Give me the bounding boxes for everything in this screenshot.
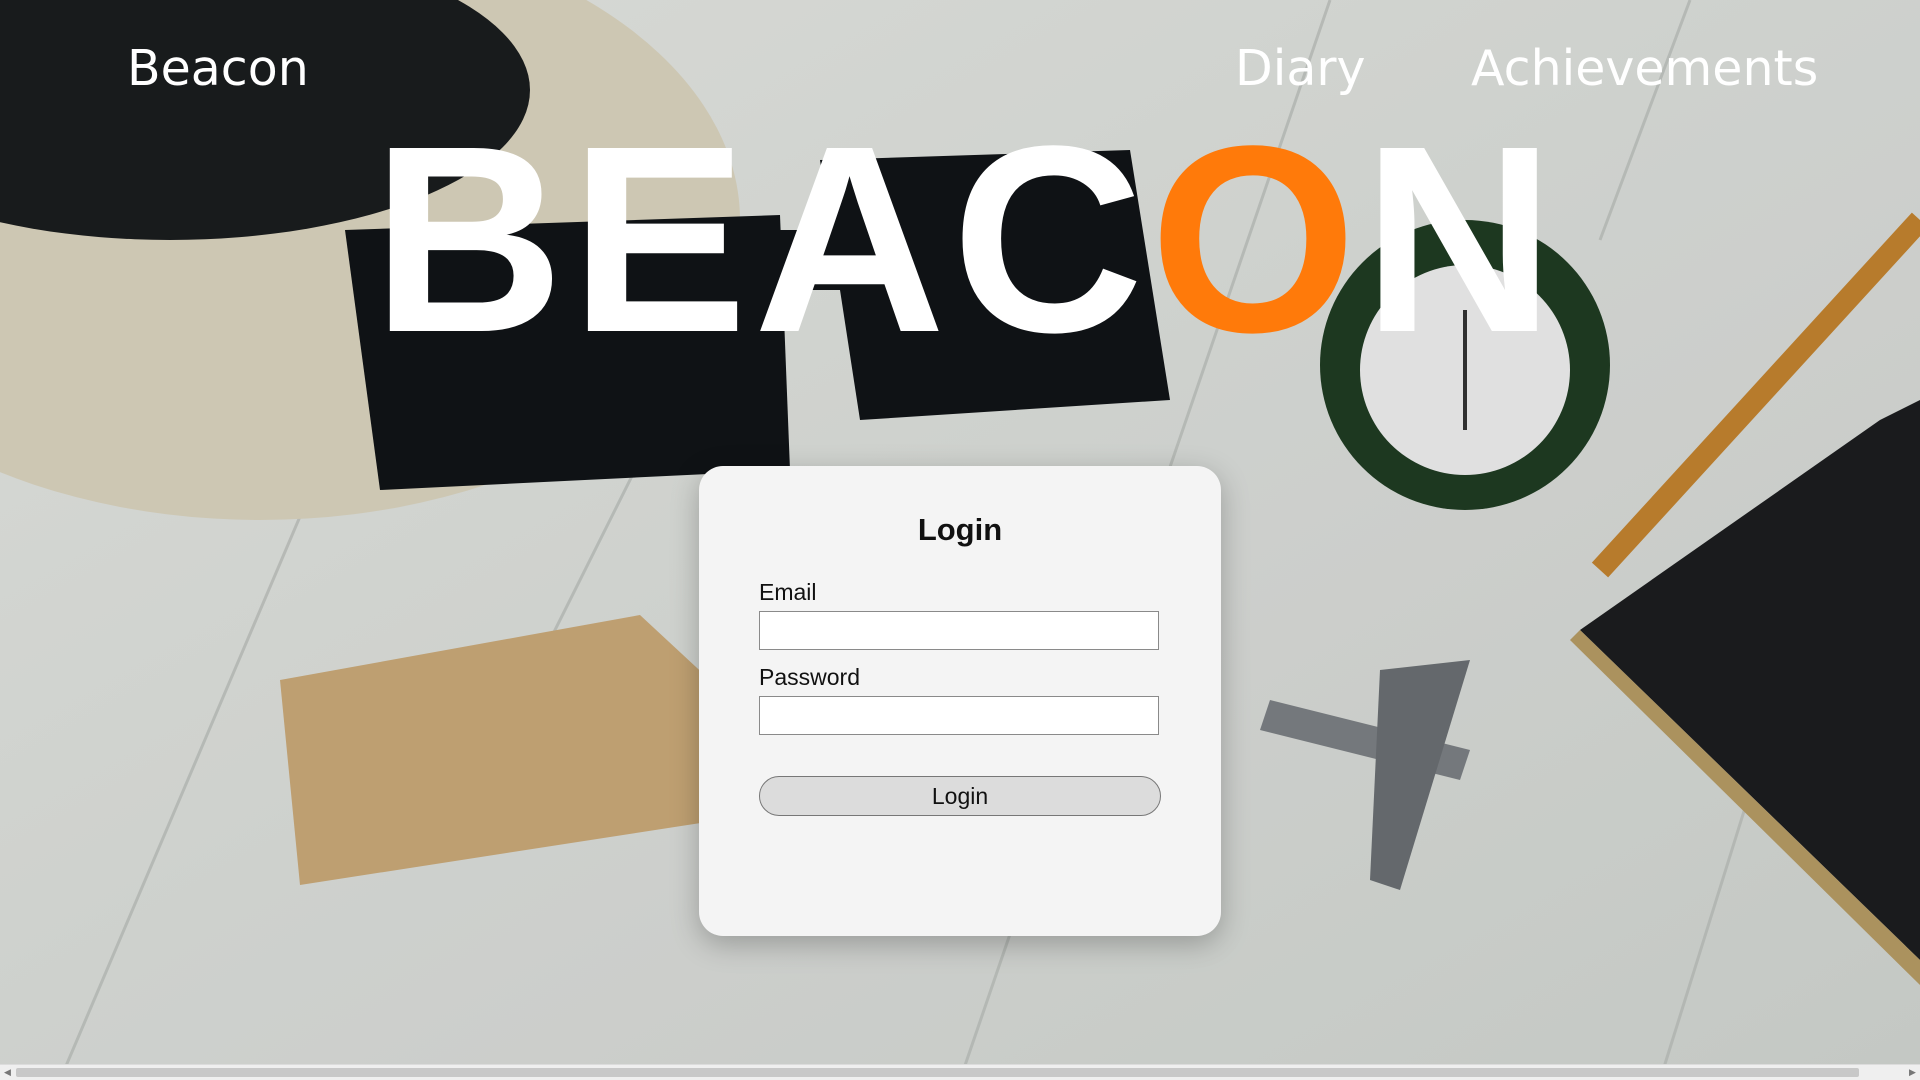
nav-link-achievements[interactable]: Achievements [1471, 40, 1818, 97]
nav-link-diary[interactable]: Diary [1235, 40, 1366, 97]
login-title: Login [917, 512, 1003, 547]
scrollbar-thumb[interactable] [16, 1068, 1859, 1077]
email-label: Email [759, 579, 817, 605]
email-field[interactable] [759, 611, 1159, 650]
scroll-right-arrow-icon[interactable]: ▶ [1905, 1066, 1920, 1079]
password-field[interactable] [759, 696, 1159, 735]
hero-title-start: BEAC [372, 91, 1150, 388]
hero-title: BEACON [372, 107, 1561, 373]
hero-title-accent-letter: O [1149, 91, 1363, 388]
brand-link[interactable]: Beacon [127, 40, 309, 97]
password-label: Password [759, 664, 860, 690]
login-button[interactable]: Login [759, 776, 1161, 816]
scroll-left-arrow-icon[interactable]: ◀ [0, 1066, 15, 1079]
hero-title-end: N [1362, 91, 1561, 388]
login-card: Login Email Password Login [699, 466, 1221, 936]
horizontal-scrollbar[interactable]: ◀ ▶ [0, 1064, 1920, 1080]
